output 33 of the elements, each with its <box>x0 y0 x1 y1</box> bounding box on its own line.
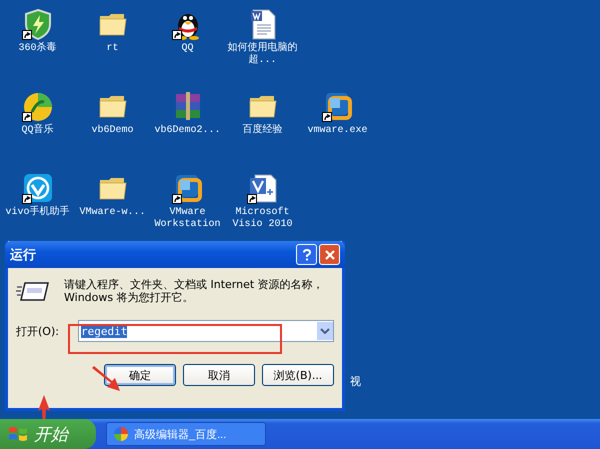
windows-flag-icon <box>8 425 28 443</box>
icon-label[interactable]: VMware-w... <box>76 207 150 219</box>
icon-label[interactable]: 360杀毒 <box>0 43 74 55</box>
icon-label[interactable]: 如何使用电脑的超... <box>226 43 300 67</box>
color-wheel-icon <box>113 426 129 442</box>
icon-label[interactable]: QQ <box>150 43 224 55</box>
dialog-button[interactable]: 确定 <box>104 364 176 386</box>
open-label: 打开(O): <box>16 324 60 338</box>
icon-label[interactable]: rt <box>76 43 150 55</box>
question-mark-icon <box>302 248 312 260</box>
music-disc-icon[interactable] <box>22 90 54 122</box>
start-button[interactable]: 开始 <box>0 419 96 449</box>
icon-label[interactable]: vivo手机助手 <box>0 207 74 219</box>
icon-label[interactable]: vb6Demo2... <box>150 125 224 137</box>
prompt-text: 请键入程序、文件夹、文档或 Internet 资源的名称，Windows 将为您打开它。 <box>64 278 325 304</box>
icon-label[interactable]: 百度经验 <box>226 125 300 137</box>
window-title: 运行 <box>10 246 37 264</box>
icon-label: 视 <box>350 374 361 389</box>
close-button[interactable] <box>319 244 340 265</box>
icon-label[interactable]: vmware.exe <box>300 125 374 137</box>
help-button[interactable] <box>296 244 317 265</box>
command-combo-box[interactable]: regedit <box>78 320 334 342</box>
icon-label[interactable]: Microsoft Visio 2010 <box>226 207 300 231</box>
icon-label[interactable]: vb6Demo <box>76 125 150 137</box>
dialog-button[interactable]: 取消 <box>183 364 255 386</box>
icon-label[interactable]: QQ音乐 <box>0 125 74 137</box>
dialog-button[interactable]: 浏览(B)... <box>262 364 334 386</box>
dropdown-button[interactable] <box>317 322 333 340</box>
icon-label[interactable]: VMware Workstation <box>150 207 224 231</box>
taskbar-button[interactable]: 高级编辑器_百度... <box>106 422 266 446</box>
chevron-down-icon <box>320 328 330 334</box>
annotation-arrow <box>90 366 120 392</box>
close-icon <box>324 250 334 260</box>
